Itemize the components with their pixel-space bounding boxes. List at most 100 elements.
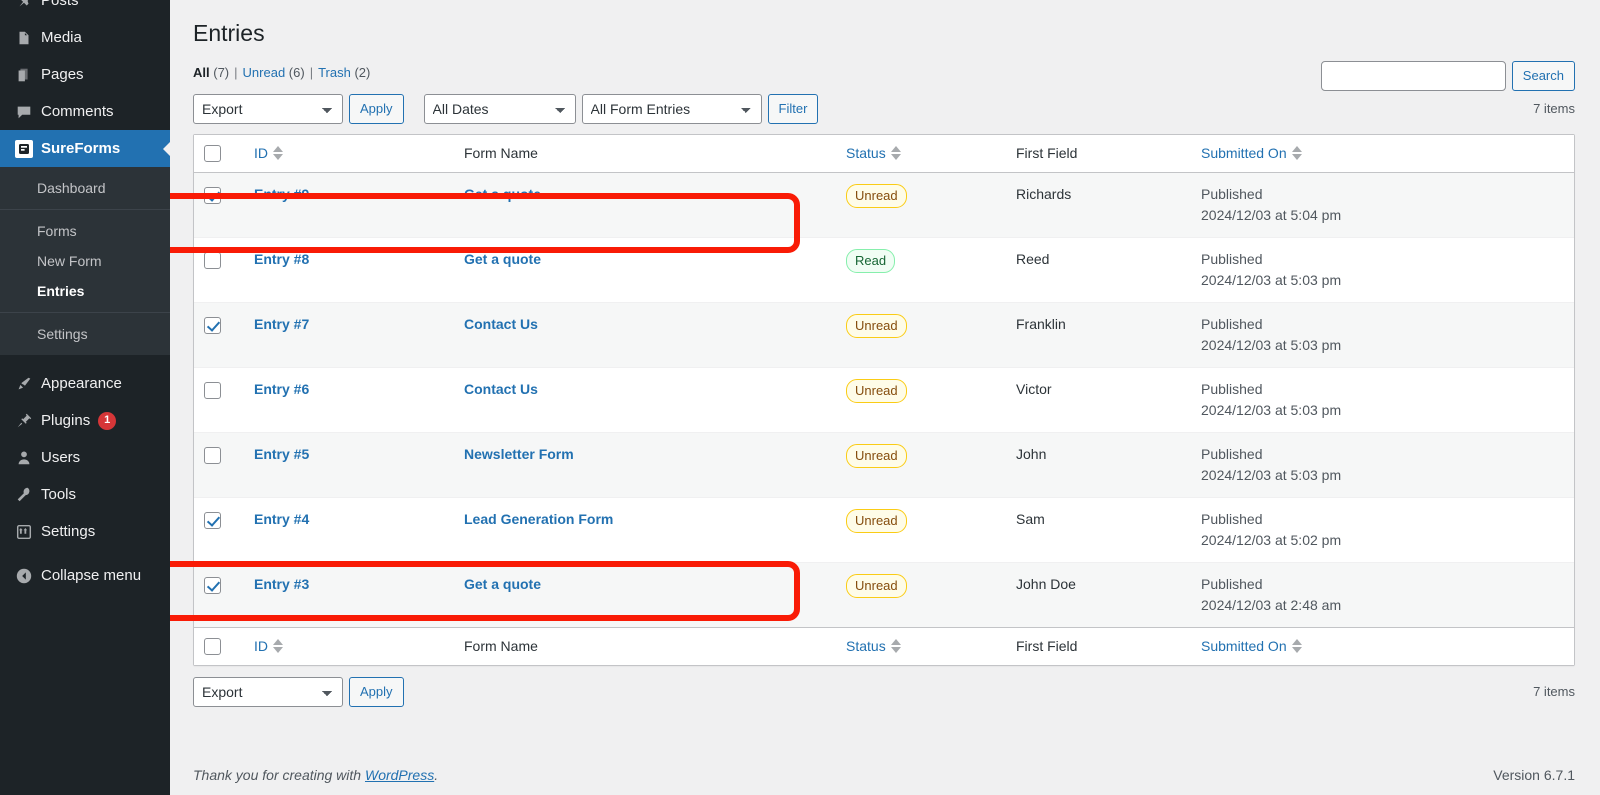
row-status-cell: Unread <box>836 173 1006 237</box>
sidebar-label-appearance: Appearance <box>41 375 122 392</box>
apply-button-top[interactable]: Apply <box>349 93 404 124</box>
status-badge: Unread <box>846 508 907 533</box>
row-checkbox[interactable] <box>204 511 221 529</box>
sidebar-item-appearance[interactable]: Appearance <box>0 365 170 402</box>
filter-trash-link[interactable]: Trash <box>318 65 351 80</box>
row-id-cell: Entry #4 <box>244 496 454 562</box>
row-status-cell: Unread <box>836 431 1006 497</box>
sidebar-item-users[interactable]: Users <box>0 439 170 476</box>
filter-unread-link[interactable]: Unread <box>243 65 286 80</box>
row-first-field-cell: Richards <box>1016 185 1072 202</box>
filter-all-link[interactable]: All <box>193 65 210 80</box>
sidebar-item-media[interactable]: Media <box>0 19 170 56</box>
row-status-cell: Unread <box>836 301 1006 367</box>
sidebar-label-collapse-menu: Collapse menu <box>41 567 142 584</box>
sidebar-item-sureforms[interactable]: SureForms <box>0 130 170 167</box>
submenu-item-settings[interactable]: Settings <box>0 319 170 349</box>
select-all-checkbox-bottom[interactable] <box>204 638 221 656</box>
sidebar-label-media: Media <box>41 29 82 46</box>
bulk-action-select-top[interactable]: Export <box>193 93 343 124</box>
search-button[interactable]: Search <box>1511 61 1575 91</box>
status-badge: Unread <box>846 443 907 468</box>
sort-id-link-bottom[interactable]: ID <box>254 638 283 654</box>
table-row: Entry #6 Contact Us Unread Victor Published 2… <box>194 366 1574 432</box>
sureforms-icon <box>11 139 37 158</box>
filter-all: All (7) <box>193 65 229 80</box>
sidebar-item-settings[interactable]: Settings <box>0 513 170 550</box>
date-filter-select[interactable]: All Dates <box>423 93 576 124</box>
sort-submitted-link-top[interactable]: Submitted On <box>1201 145 1302 161</box>
submenu-item-forms[interactable]: Forms <box>0 216 170 246</box>
entry-id-link[interactable]: Entry #4 <box>254 511 309 527</box>
sureforms-submenu: Dashboard Forms New Form Entries Setting… <box>0 167 170 355</box>
sidebar-item-posts[interactable]: Posts <box>0 0 170 19</box>
pages-icon <box>11 66 37 84</box>
sort-submitted-link-bottom[interactable]: Submitted On <box>1201 638 1302 654</box>
form-name-link[interactable]: Get a quote <box>464 186 541 202</box>
appearance-icon <box>11 375 37 393</box>
row-form-cell: Contact Us <box>454 366 836 432</box>
submenu-item-new-form[interactable]: New Form <box>0 246 170 276</box>
filter-button[interactable]: Filter <box>767 93 819 124</box>
wordpress-link[interactable]: WordPress <box>365 767 434 783</box>
sidebar-item-comments[interactable]: Comments <box>0 93 170 130</box>
row-first-field-cell: John <box>1006 431 1191 497</box>
filter-trash: Trash (2) <box>318 65 370 80</box>
row-checkbox[interactable] <box>204 251 221 269</box>
submitted-date: 2024/12/03 at 5:03 pm <box>1201 466 1342 483</box>
sidebar-label-pages: Pages <box>41 66 84 83</box>
publish-state: Published <box>1201 315 1263 332</box>
bulk-action-select-bottom[interactable]: Export <box>193 676 343 707</box>
entry-id-link[interactable]: Entry #6 <box>254 381 309 397</box>
row-form-cell: Get a quote <box>454 173 836 237</box>
footer-thanks-prefix: Thank you for creating with <box>193 767 365 783</box>
publish-state: Published <box>1201 575 1263 592</box>
sidebar-label-sureforms: SureForms <box>41 140 121 157</box>
sort-indicator-icon <box>273 146 283 161</box>
row-checkbox[interactable] <box>204 446 221 464</box>
sidebar-item-tools[interactable]: Tools <box>0 476 170 513</box>
select-all-checkbox-top[interactable] <box>204 145 221 163</box>
entry-id-link[interactable]: Entry #8 <box>254 251 309 267</box>
plugins-update-badge: 1 <box>98 411 117 430</box>
row-first-field-cell: Victor <box>1006 366 1191 432</box>
header-first-field: First Field <box>1006 134 1191 173</box>
row-id-cell: Entry #5 <box>244 431 454 497</box>
row-checkbox[interactable] <box>204 186 221 204</box>
header-status: Status <box>836 134 1006 173</box>
submenu-item-dashboard[interactable]: Dashboard <box>0 173 170 203</box>
form-name-link[interactable]: Lead Generation Form <box>464 511 613 527</box>
admin-root: Posts Media Pages Comments SureForms Das… <box>0 0 1600 795</box>
entry-id-link[interactable]: Entry #7 <box>254 316 309 332</box>
form-name-link[interactable]: Newsletter Form <box>464 446 574 462</box>
entries-table-body: Entry #9 Get a quote Unread Richards Publish… <box>194 172 1574 627</box>
form-filter-select[interactable]: All Form Entries <box>581 93 762 124</box>
admin-footer: Thank you for creating with WordPress. V… <box>193 767 1575 783</box>
entry-id-link[interactable]: Entry #5 <box>254 446 309 462</box>
sort-id-link-top[interactable]: ID <box>254 145 283 161</box>
submitted-date: 2024/12/03 at 5:03 pm <box>1201 336 1342 353</box>
form-name-link[interactable]: Get a quote <box>464 251 541 267</box>
pin-icon <box>11 0 37 10</box>
row-status-cell: Read <box>836 236 1006 302</box>
sidebar-item-pages[interactable]: Pages <box>0 56 170 93</box>
row-checkbox[interactable] <box>204 576 221 594</box>
row-checkbox[interactable] <box>204 316 221 334</box>
sort-status-link-top[interactable]: Status <box>846 145 901 161</box>
form-name-link[interactable]: Contact Us <box>464 316 538 332</box>
entry-id-link[interactable]: Entry #9 <box>254 186 309 202</box>
sort-status-link-bottom[interactable]: Status <box>846 638 901 654</box>
entry-id-link[interactable]: Entry #3 <box>254 576 309 592</box>
sidebar-label-settings: Settings <box>41 523 96 540</box>
sort-indicator-icon <box>890 146 901 161</box>
row-submitted-cell: Published 2024/12/03 at 5:04 pm <box>1191 173 1574 237</box>
sidebar-item-plugins[interactable]: Plugins 1 <box>0 402 170 439</box>
users-icon <box>11 449 37 467</box>
row-checkbox[interactable] <box>204 381 221 399</box>
search-input[interactable] <box>1320 61 1506 91</box>
apply-button-bottom[interactable]: Apply <box>349 676 404 707</box>
form-name-link[interactable]: Contact Us <box>464 381 538 397</box>
submenu-item-entries[interactable]: Entries <box>0 276 170 306</box>
form-name-link[interactable]: Get a quote <box>464 576 541 592</box>
sidebar-item-collapse-menu[interactable]: Collapse menu <box>0 557 170 594</box>
